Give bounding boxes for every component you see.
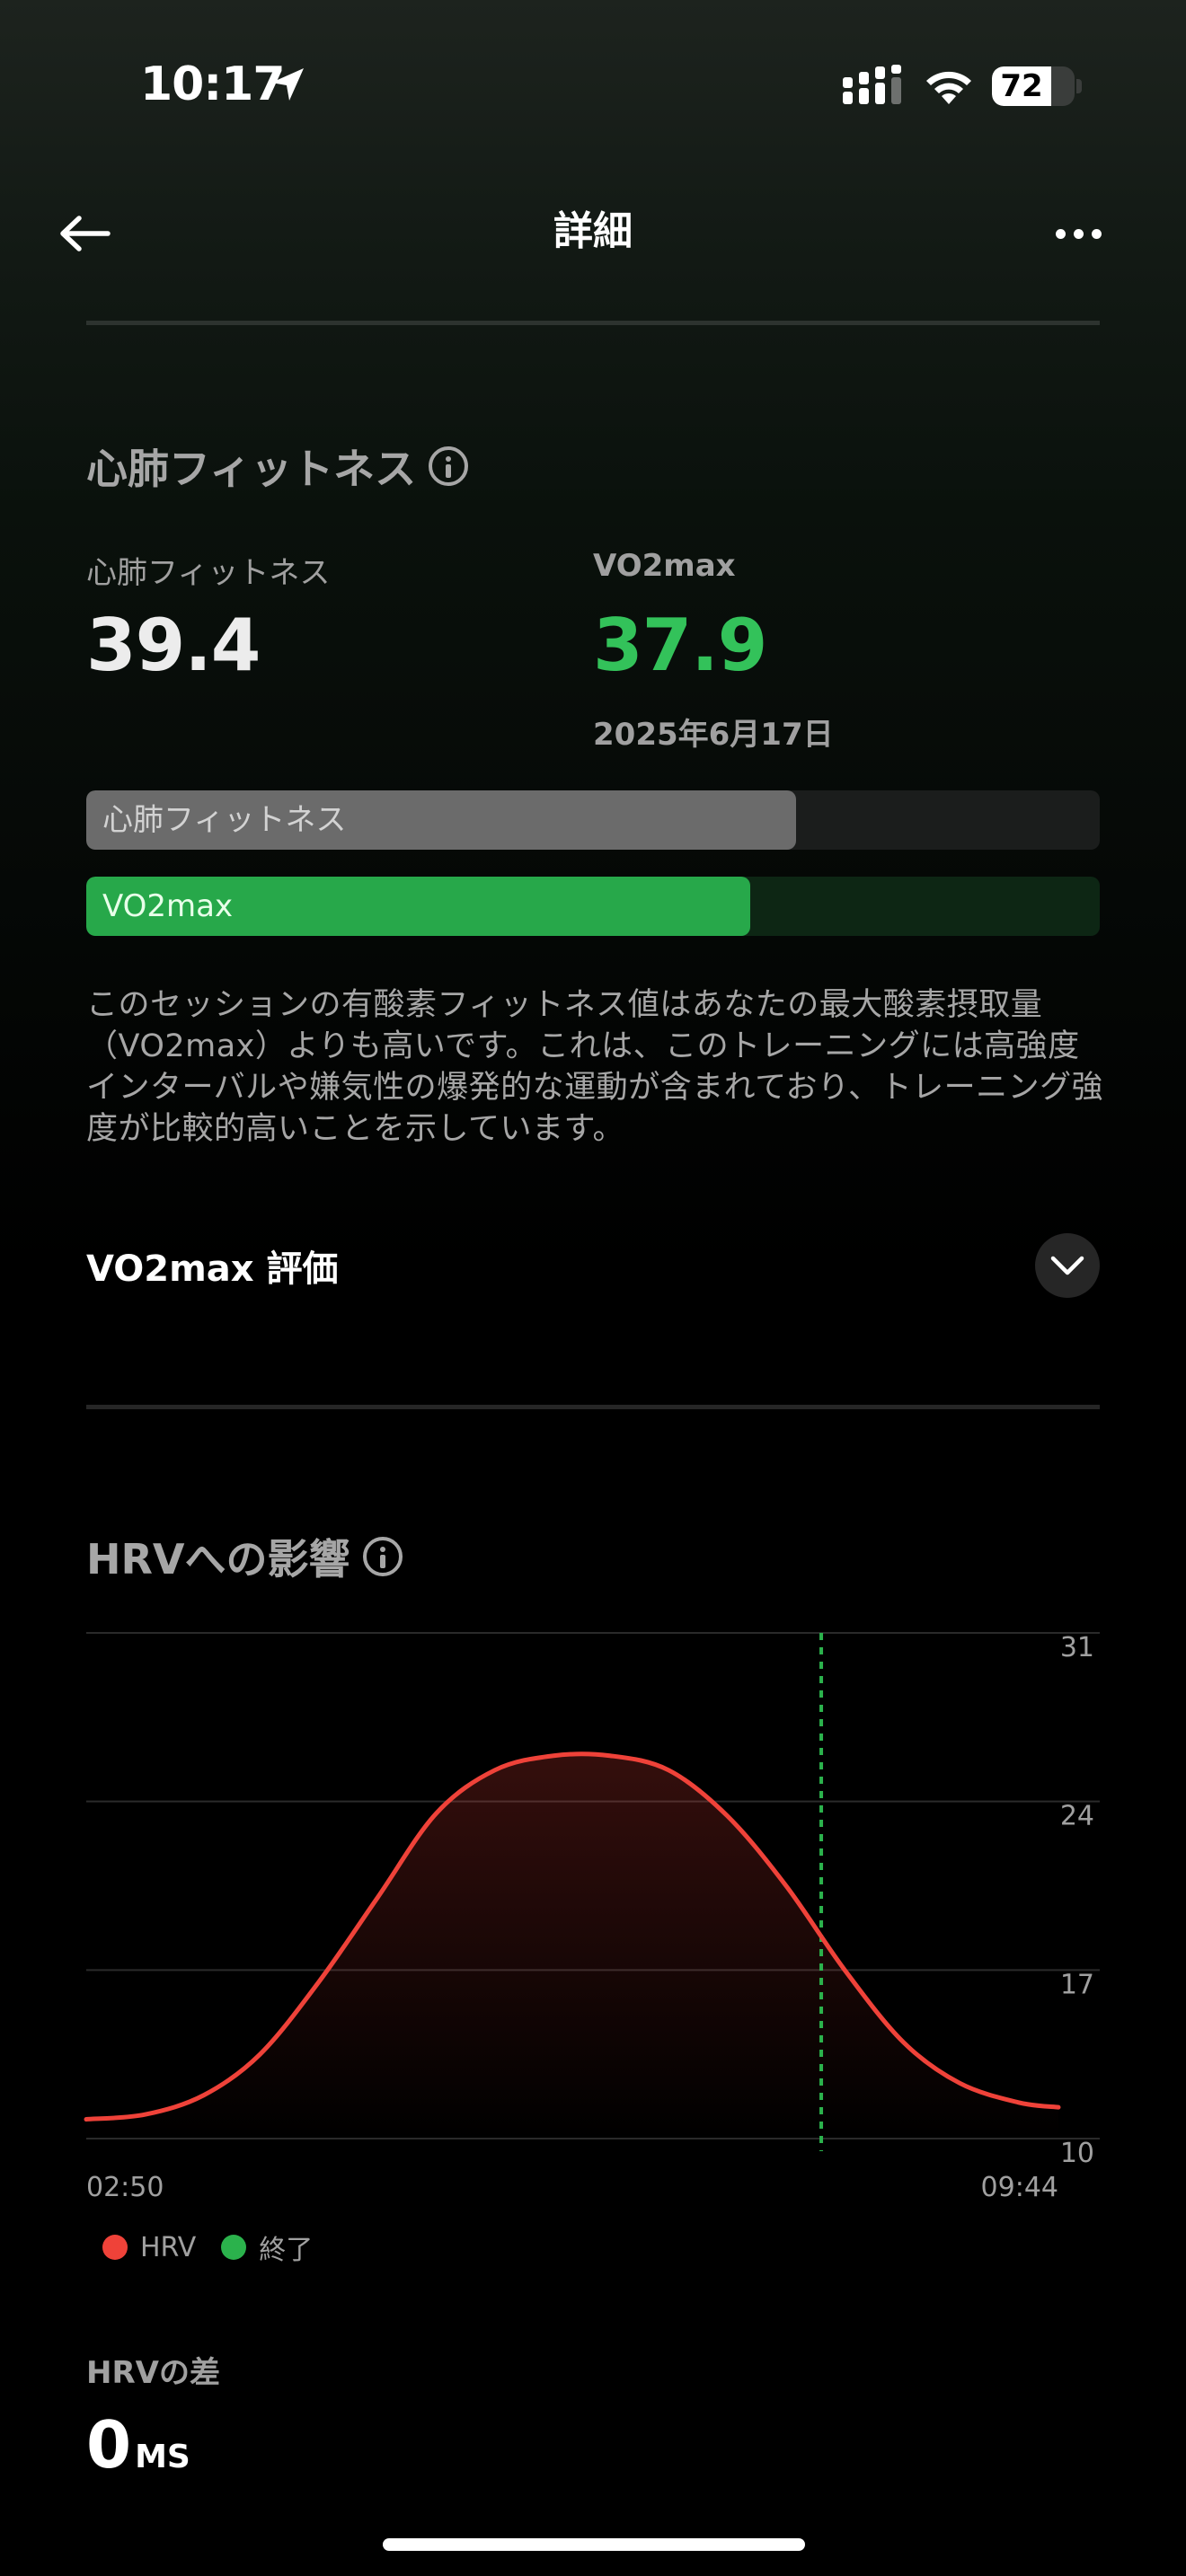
y-tick-label: 31 xyxy=(1060,1632,1094,1663)
chart-area xyxy=(86,1753,1058,2139)
arrow-left-icon xyxy=(60,216,111,251)
legend-item-end: 終了 xyxy=(221,2228,313,2267)
hrv-diff-value: 0 MS xyxy=(86,2407,190,2483)
hrv-diff-number: 0 xyxy=(86,2407,132,2483)
legend-label-hrv: HRV xyxy=(140,2231,197,2263)
section-divider xyxy=(86,1405,1100,1409)
battery-icon: 72 xyxy=(992,66,1075,106)
back-button[interactable] xyxy=(50,202,119,265)
status-bar: 10:17 72 xyxy=(0,0,1186,171)
y-tick-label: 24 xyxy=(1060,1801,1094,1832)
legend-dot-end xyxy=(221,2235,247,2260)
status-time: 10:17 xyxy=(140,57,286,111)
cardio-fitness-label: 心肺フィットネス xyxy=(86,555,331,591)
vo2max-rating-expand-button[interactable] xyxy=(1035,1233,1100,1298)
x-tick-label: 09:44 xyxy=(981,2172,1058,2203)
vo2max-label: VO2max xyxy=(593,548,736,584)
legend-item-hrv: HRV xyxy=(102,2232,196,2263)
cardio-fitness-title-text: 心肺フィットネス xyxy=(86,445,417,493)
info-icon[interactable] xyxy=(362,1537,403,1576)
hrv-area xyxy=(86,1753,1058,2139)
chart-x-ticks: 02:50 09:44 xyxy=(86,2172,1058,2203)
ellipsis-icon-dot xyxy=(1091,228,1102,239)
cardio-fitness-description: このセッションの有酸素フィットネス値はあなたの最大酸素摂取量（VO2max）より… xyxy=(86,987,1104,1147)
hrv-diff-unit: MS xyxy=(135,2439,190,2475)
vo2max-bar-label: VO2max xyxy=(102,888,234,924)
cardio-fitness-section-title: 心肺フィットネス xyxy=(86,437,469,496)
cardio-fitness-value: 39.4 xyxy=(86,604,261,687)
cardio-fitness-bar-label: 心肺フィットネス xyxy=(102,802,347,838)
battery-percent: 72 xyxy=(1000,68,1043,104)
nav-bar: 詳細 xyxy=(0,171,1186,296)
hrv-title-text: HRVへの影響 xyxy=(86,1535,350,1584)
chart-y-ticks: 31 24 17 10 xyxy=(1060,1632,1094,2169)
info-icon[interactable] xyxy=(429,446,469,486)
x-tick-label: 02:50 xyxy=(86,2172,164,2203)
ellipsis-icon-dot xyxy=(1073,228,1084,239)
battery-cap xyxy=(1076,79,1082,93)
hrv-chart: 31 24 17 10 02:50 09:44 xyxy=(84,1632,1100,2203)
vo2max-rating-title[interactable]: VO2max 評価 xyxy=(86,1239,339,1292)
location-arrow-icon xyxy=(271,68,304,101)
wifi-icon xyxy=(926,71,971,104)
vo2max-value: 37.9 xyxy=(593,604,767,687)
more-options-button[interactable] xyxy=(1042,202,1114,265)
page: 10:17 72 詳細 心肺フィットネス 心肺フィットネス 39.4 VO2ma… xyxy=(0,0,1186,2576)
chevron-down-icon xyxy=(1050,1256,1084,1275)
section-divider xyxy=(86,321,1100,325)
home-indicator xyxy=(383,2538,805,2551)
vo2max-bar: VO2max xyxy=(86,877,1100,936)
chart-legend: HRV 終了 xyxy=(102,2228,313,2267)
y-tick-label: 10 xyxy=(1060,2138,1094,2169)
cardio-fitness-bar: 心肺フィットネス xyxy=(86,790,1100,850)
ellipsis-icon-dot xyxy=(1055,228,1066,239)
legend-label-end: 終了 xyxy=(259,2235,314,2266)
cellular-signal-icon xyxy=(843,65,901,104)
vo2max-date: 2025年6月17日 xyxy=(593,717,834,753)
hrv-section-title: HRVへの影響 xyxy=(86,1527,403,1586)
hrv-diff-label: HRVの差 xyxy=(86,2355,220,2391)
page-title: 詳細 xyxy=(553,208,633,254)
legend-dot-hrv xyxy=(102,2235,128,2260)
y-tick-label: 17 xyxy=(1060,1969,1094,2000)
